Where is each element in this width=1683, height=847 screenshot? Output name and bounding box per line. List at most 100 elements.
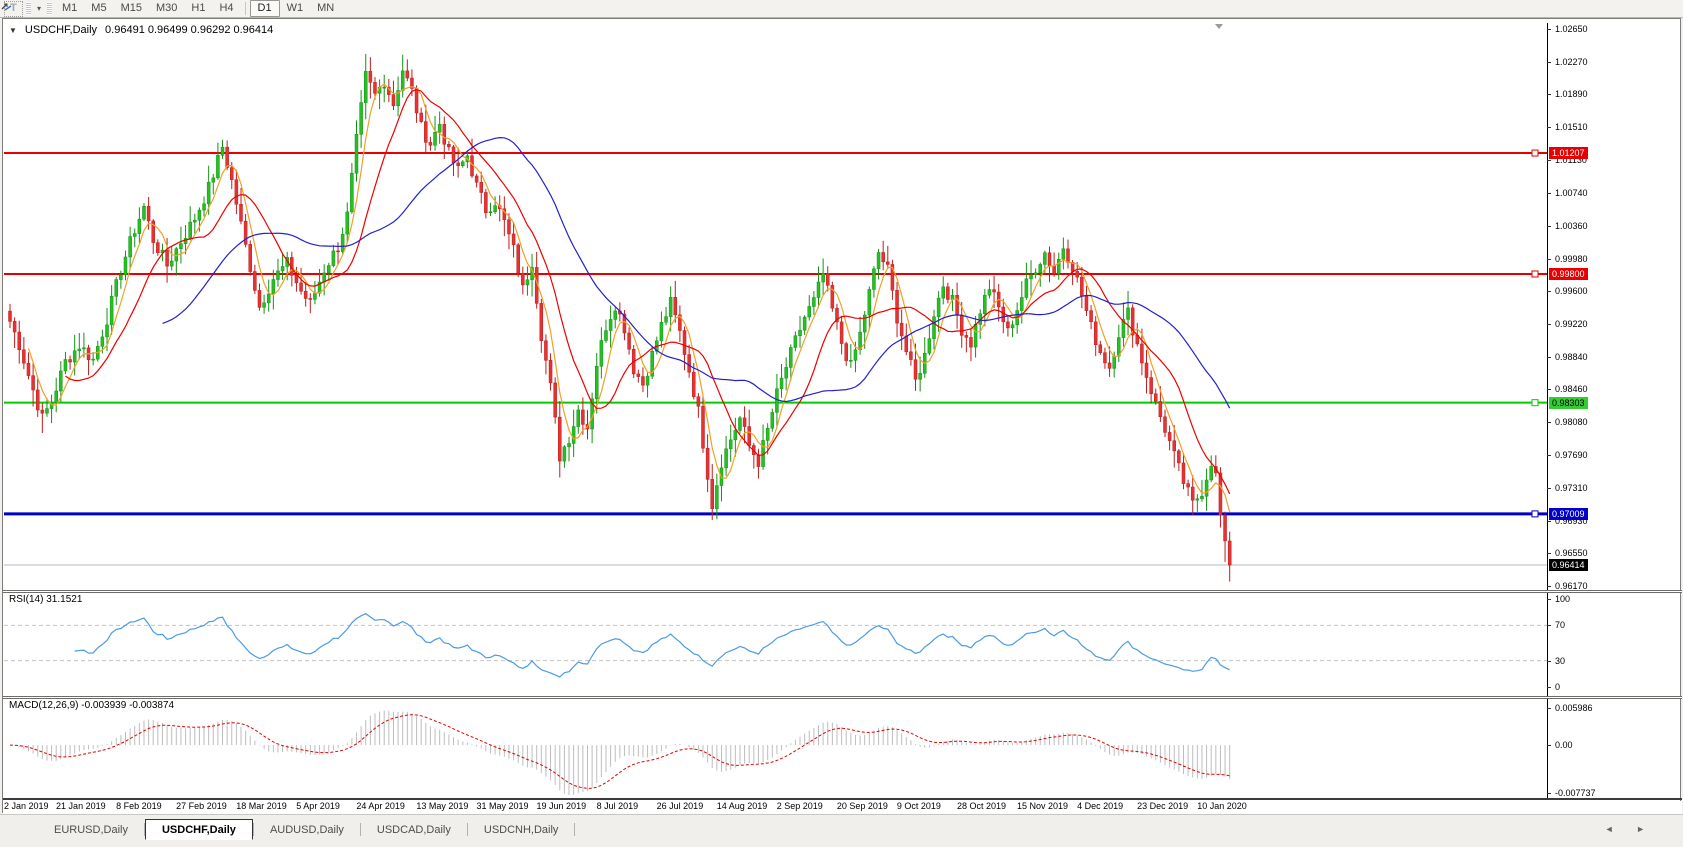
axis-tick [1547,625,1551,626]
toolbar-gripper [47,2,52,15]
line-studies-dropdown[interactable]: ▾ [34,4,44,13]
candle-body [521,273,524,285]
candle-body [771,412,774,428]
candle-body [32,376,35,390]
chart-tab-usdcad[interactable]: USDCAD,Daily [361,819,467,840]
candle-body [1011,325,1014,328]
time-axis[interactable]: 2 Jan 201921 Jan 20198 Feb 201927 Feb 20… [3,801,1682,814]
candle-body [258,290,261,307]
chart-tabs-bar: EURUSD,DailyUSDCHF,DailyAUDUSD,DailyUSDC… [0,814,1683,847]
tab-scroll-left-icon[interactable]: ◄ [1605,824,1624,834]
candle-body [914,360,917,380]
date-label: 8 Jul 2019 [597,801,639,811]
candle-body [900,323,903,336]
candle-body [1177,451,1180,463]
timeframe-buttons: M1M5M15M30H1H4 D1W1MN [55,0,341,17]
candle-body [230,168,233,180]
candle-body [1020,297,1023,310]
price-tick-label: 1.00740 [1555,188,1588,198]
candle-body [872,269,875,290]
axis-tick [1547,357,1551,358]
tab-separator [574,823,575,836]
timeframe-button-m30[interactable]: M30 [149,1,184,16]
candle-body [896,290,899,323]
candle-body [272,279,275,293]
candle-body [457,163,460,166]
candle-body [1196,499,1199,501]
candle-body [697,397,700,407]
candle-body [263,303,266,308]
candle-body [692,372,695,397]
candle-body [420,113,423,122]
candle-body [812,298,815,307]
chart-shift-marker[interactable] [1215,24,1223,29]
candle-body [373,82,376,93]
candle-body [1062,249,1065,259]
axis-tick [1547,389,1551,390]
candle-body [886,262,889,265]
tab-scroll-right-icon[interactable]: ► [1636,824,1655,834]
candle-body [554,383,557,417]
candle-body [253,272,256,291]
candle-body [69,359,72,362]
rsi-tick-label: 0 [1555,682,1560,692]
timeframe-button-w1[interactable]: W1 [280,1,311,16]
current-price-label: 0.96414 [1549,559,1588,571]
candle-body [1053,266,1056,274]
chart-tab-usdchf[interactable]: USDCHF,Daily [145,819,253,840]
date-label: 23 Dec 2019 [1137,801,1188,811]
price-tick-label: 1.00360 [1555,221,1588,231]
candle-body [715,486,718,509]
chart-tab-eurusd[interactable]: EURUSD,Daily [38,819,144,840]
price-tick-label: 0.98840 [1555,352,1588,362]
axis-tick [1547,127,1551,128]
axis-tick [1547,291,1551,292]
price-tick-label: 0.98080 [1555,417,1588,427]
top-toolbar: T ▾ M1M5M15M30H1H4D1W1MN [0,0,1683,18]
panel-splitter[interactable] [3,696,1682,699]
panel-splitter[interactable] [3,590,1682,593]
candle-body [36,390,39,410]
axis-tick [1547,661,1551,662]
candle-body [313,293,316,299]
timeframe-button-m5[interactable]: M5 [84,1,113,16]
candle-body [711,479,714,508]
candle-body [27,363,30,375]
candle-body [323,273,326,282]
candle-body [1210,466,1213,480]
price-tick-label: 0.98460 [1555,384,1588,394]
timeframe-button-m15[interactable]: M15 [114,1,149,16]
candle-body [507,220,510,234]
tab-scroll-arrows: ◄ ► [1605,824,1655,834]
candle-body [1080,277,1083,296]
candle-body [549,360,552,383]
timeframe-button-h4[interactable]: H4 [212,1,240,16]
rsi-panel[interactable] [4,592,1547,697]
axis-tick [1547,259,1551,260]
chart-tab-audusd[interactable]: AUDUSD,Daily [254,819,360,840]
candle-body [1043,253,1046,265]
candle-body [544,341,547,361]
candle-body [956,295,959,315]
macd-panel[interactable] [4,698,1547,798]
chart-tab-usdcnh[interactable]: USDCNH,Daily [468,819,575,840]
timeframe-button-d1[interactable]: D1 [250,0,280,17]
candle-body [489,212,492,213]
timeframe-button-h1[interactable]: H1 [184,1,212,16]
timeframe-button-m1[interactable]: M1 [55,1,84,16]
date-label: 19 Jun 2019 [537,801,587,811]
candle-body [1048,253,1051,266]
axis-tick [1547,521,1551,522]
chevron-down-icon[interactable]: ▼ [9,26,17,35]
timeframe-button-mn[interactable]: MN [310,1,341,16]
date-label: 2 Jan 2019 [4,801,49,811]
axis-tick [1547,793,1551,794]
main-price-chart[interactable] [4,23,1547,591]
candle-body [1094,322,1097,345]
chart-window: ▼ USDCHF,Daily 0.96491 0.96499 0.96292 0… [2,18,1681,813]
candle-body [517,245,520,274]
candle-body [840,322,843,344]
price-tick-label: 1.02270 [1555,57,1588,67]
candle-body [743,418,746,427]
candle-body [1219,473,1222,515]
